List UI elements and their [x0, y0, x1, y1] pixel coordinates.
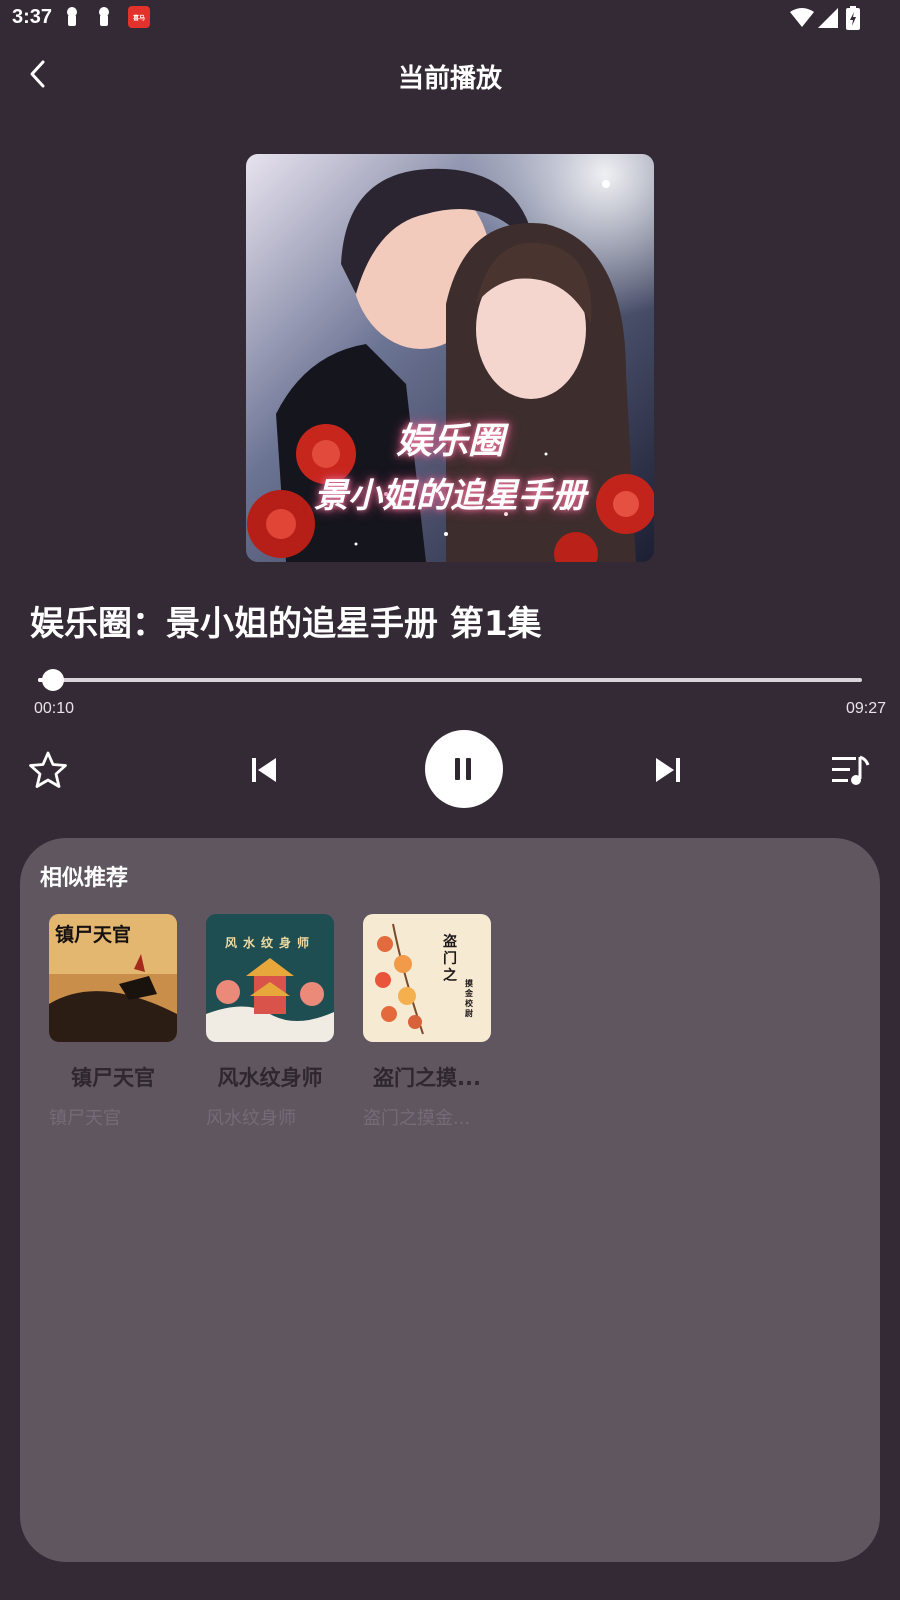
notification-icon: [67, 7, 77, 26]
recommendation-name: 风水纹身师: [217, 1066, 323, 1090]
playlist-button[interactable]: [826, 746, 874, 794]
track-title: 娱乐圈：景小姐的追星手册 第1集: [30, 604, 542, 644]
next-button[interactable]: [644, 746, 692, 794]
cover-subtitle-text: 摸金校尉: [465, 978, 473, 1018]
current-time: 00:10: [34, 700, 75, 717]
progress-slider[interactable]: [38, 668, 862, 692]
pause-button[interactable]: [425, 730, 503, 808]
album-cover: 娱乐圈 景小姐的追星手册: [246, 154, 654, 562]
status-bar: 3:37 喜马: [0, 0, 900, 36]
recommendation-cover: 镇尸天官: [49, 914, 177, 1042]
recommendation-item[interactable]: 盗门之 摸金校尉 盗门之摸... 盗门之摸金...: [363, 914, 491, 1130]
recommendation-item[interactable]: 镇尸天官 镇尸天官 镇尸天官: [49, 914, 177, 1130]
pause-icon: [455, 758, 471, 780]
skip-next-icon: [656, 758, 680, 782]
cover-title-text: 风水纹身师: [224, 936, 315, 950]
skip-previous-icon: [252, 758, 276, 782]
recommendation-subtitle: 盗门之摸金...: [363, 1108, 471, 1129]
progress-thumb[interactable]: [42, 669, 64, 691]
recommendation-subtitle: 镇尸天官: [49, 1108, 121, 1129]
top-bar: 当前播放: [0, 48, 900, 100]
cover-title-text: 镇尸天官: [55, 924, 132, 946]
playback-controls: [0, 730, 900, 810]
recommendation-item[interactable]: 风水纹身师 风水纹身师 风水纹身师: [206, 914, 334, 1130]
signal-icon: [818, 8, 838, 28]
playlist-icon: [832, 755, 870, 785]
recommendation-panel: 相似推荐 镇尸天官 镇尸天官 镇尸天官 风水纹身师 风水纹身师 风水纹身师 盗门…: [20, 838, 880, 1562]
recommendation-name: 盗门之摸...: [373, 1066, 481, 1090]
previous-button[interactable]: [240, 746, 288, 794]
battery-icon: [846, 6, 860, 30]
notification-icon: [99, 7, 109, 26]
recommendation-subtitle: 风水纹身师: [206, 1108, 296, 1129]
cover-title-line1: 娱乐圈: [395, 420, 504, 462]
page-title: 当前播放: [397, 64, 502, 94]
recommendation-cover: 盗门之 摸金校尉: [363, 914, 491, 1042]
progress-track: [38, 678, 862, 682]
recommendation-cover: 风水纹身师: [206, 914, 334, 1042]
recommendation-name: 镇尸天官: [71, 1066, 155, 1090]
total-time: 09:27: [845, 700, 886, 717]
star-icon: [29, 751, 67, 788]
cover-title-line2: 景小姐的追星手册: [314, 476, 586, 516]
cover-title-text: 盗门之: [443, 934, 457, 984]
recommendation-title: 相似推荐: [40, 866, 129, 891]
wifi-icon: [790, 8, 814, 27]
status-time: 3:37: [12, 6, 53, 28]
app-badge-icon: 喜马: [128, 6, 150, 28]
favorite-button[interactable]: [24, 746, 72, 794]
